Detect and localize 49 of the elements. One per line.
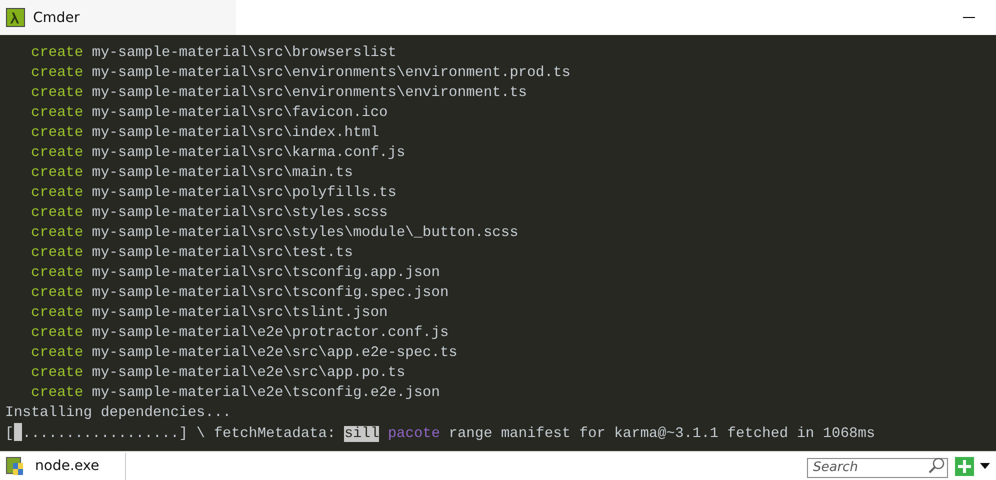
status-text: Installing dependencies... bbox=[5, 404, 232, 423]
file-path: my-sample-material\e2e\src\app.po.ts bbox=[92, 364, 406, 383]
file-path: my-sample-material\e2e\src\app.e2e-spec.ts bbox=[92, 344, 458, 363]
output-text: [ bbox=[5, 426, 14, 442]
command-keyword: create bbox=[31, 64, 84, 83]
command-keyword: create bbox=[31, 364, 84, 383]
lambda-logo-icon bbox=[6, 8, 25, 27]
command-keyword: create bbox=[31, 84, 84, 103]
command-keyword: create bbox=[31, 304, 84, 323]
command-keyword: create bbox=[31, 144, 84, 163]
command-keyword: create bbox=[31, 184, 84, 203]
file-path: my-sample-material\src\tsconfig.app.json bbox=[92, 264, 440, 283]
file-path: my-sample-material\src\browserslist bbox=[92, 44, 396, 63]
command-keyword: create bbox=[31, 324, 84, 343]
window-title: Cmder bbox=[33, 10, 81, 26]
file-path: my-sample-material\src\tsconfig.spec.json bbox=[92, 284, 449, 303]
command-keyword: create bbox=[31, 204, 84, 223]
file-path: my-sample-material\src\index.html bbox=[92, 124, 380, 143]
keyword-text: pacote bbox=[388, 426, 440, 442]
search-icon bbox=[928, 457, 945, 474]
text-cursor bbox=[14, 423, 22, 441]
command-keyword: create bbox=[31, 344, 84, 363]
file-path: my-sample-material\src\styles.scss bbox=[92, 204, 388, 223]
command-keyword: create bbox=[31, 164, 84, 183]
file-path: my-sample-material\e2e\protractor.conf.js bbox=[92, 324, 449, 343]
command-keyword: create bbox=[31, 44, 84, 63]
command-keyword: create bbox=[31, 284, 84, 303]
file-path: my-sample-material\src\main.ts bbox=[92, 164, 353, 183]
command-keyword: create bbox=[31, 244, 84, 263]
command-keyword: create bbox=[31, 124, 84, 143]
search-field[interactable]: Search bbox=[807, 458, 948, 478]
minimize-icon bbox=[963, 16, 975, 18]
file-path: my-sample-material\src\polyfills.ts bbox=[92, 184, 396, 203]
command-keyword: create bbox=[31, 224, 84, 243]
file-path: my-sample-material\src\environments\environment.ts bbox=[92, 84, 527, 103]
file-path: my-sample-material\src\favicon.ico bbox=[92, 104, 388, 123]
output-text: range manifest for karma@~3.1.1 fetched in 1068ms bbox=[448, 426, 876, 442]
command-keyword: create bbox=[31, 104, 84, 123]
node-app-icon bbox=[6, 456, 25, 476]
file-path: my-sample-material\src\styles\module\_button.scss bbox=[92, 224, 518, 243]
highlighted-text: sill bbox=[344, 426, 380, 442]
file-path: my-sample-material\src\karma.conf.js bbox=[92, 144, 406, 163]
file-path: my-sample-material\e2e\tsconfig.e2e.json bbox=[92, 384, 440, 403]
file-path: my-sample-material\src\environments\environment.prod.ts bbox=[92, 64, 570, 83]
command-keyword: create bbox=[31, 264, 84, 283]
file-path: my-sample-material\src\test.ts bbox=[92, 244, 353, 263]
output-text: ..................] \ fetchMetadata: bbox=[22, 426, 337, 442]
file-path: my-sample-material\src\tslint.json bbox=[92, 304, 388, 323]
command-keyword: create bbox=[31, 384, 84, 403]
